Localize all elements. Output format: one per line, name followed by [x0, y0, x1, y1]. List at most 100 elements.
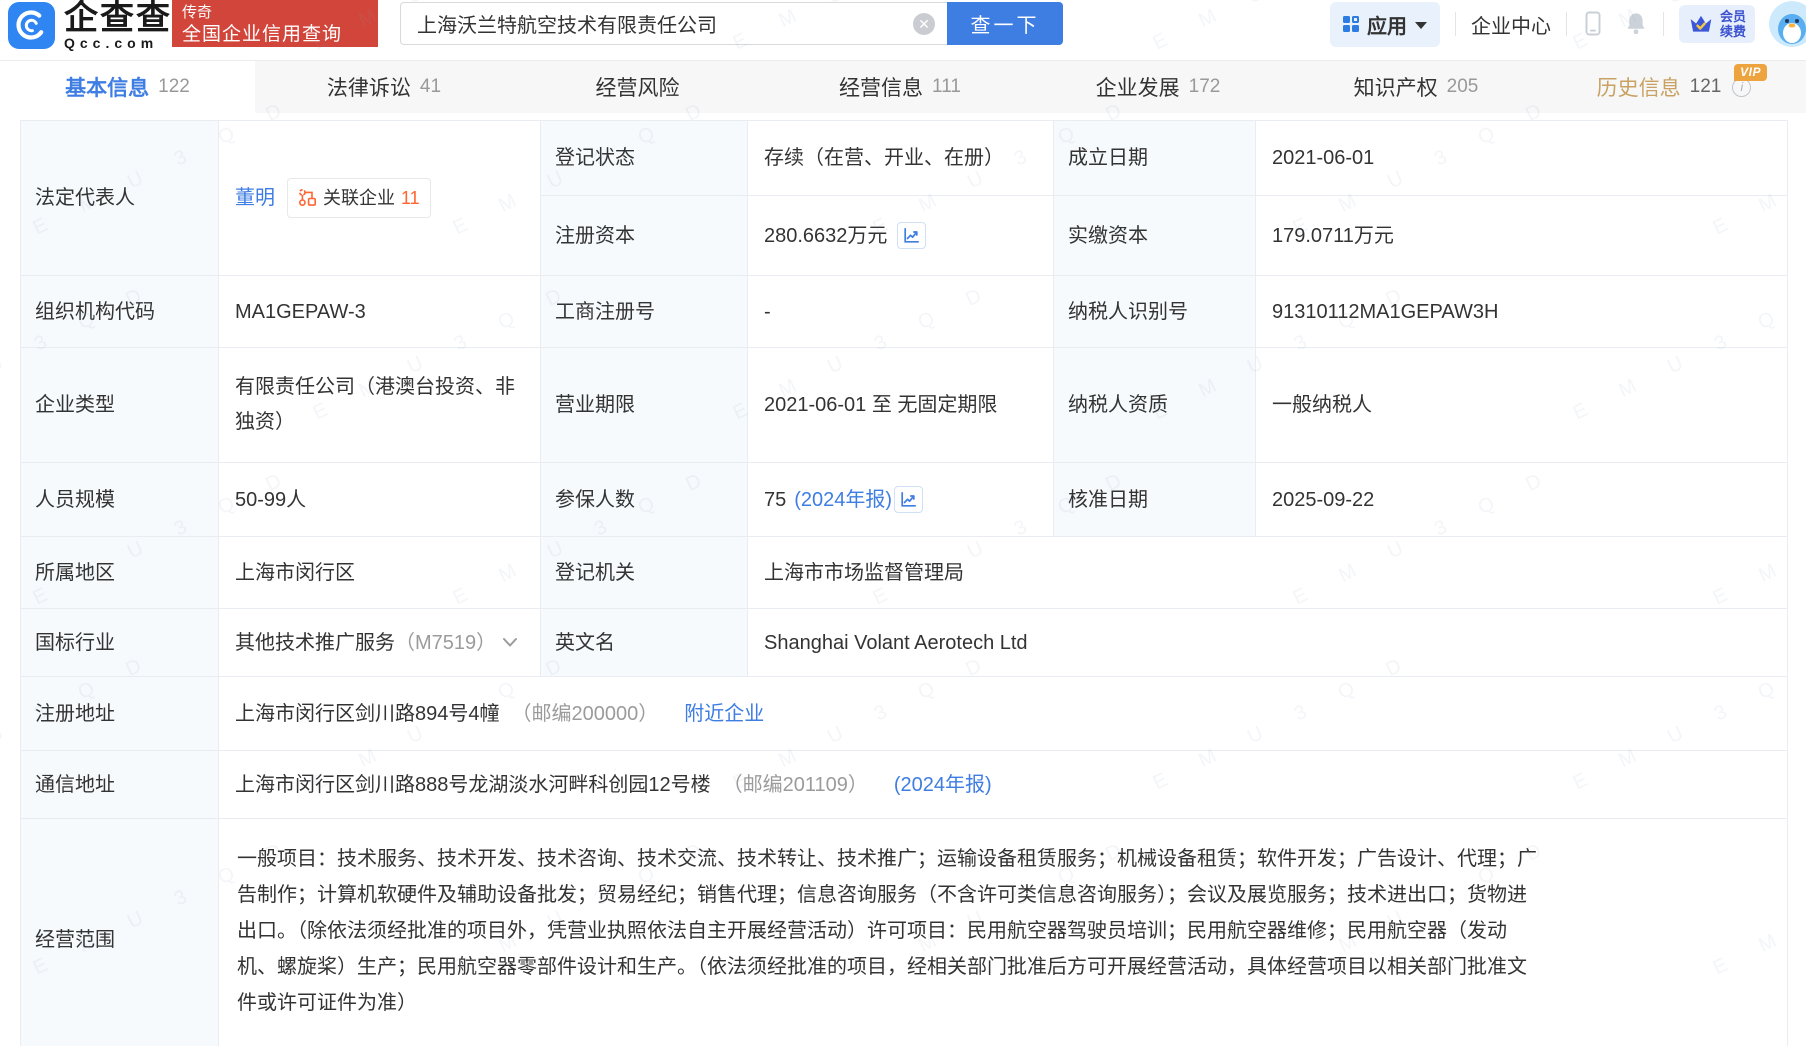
vip-badge: VIP: [1734, 64, 1767, 81]
label-registered-address: 注册地址: [21, 677, 219, 751]
label-english-name: 英文名: [541, 609, 748, 677]
tab-count: 122: [158, 76, 190, 98]
value-registered-address: 上海市闵行区剑川路894号4幢 （邮编200000） 附近企业: [219, 677, 1788, 751]
label-region: 所属地区: [21, 537, 219, 609]
value-taxpayer-id: 91310112MA1GEPAW3H: [1256, 276, 1788, 348]
annual-report-link[interactable]: (2024年报): [894, 769, 992, 801]
business-scope-text: 一般项目：技术服务、技术开发、技术咨询、技术交流、技术转让、技术推广；运输设备租…: [237, 841, 1539, 1021]
registered-capital-text: 280.6632万元: [764, 220, 887, 252]
related-companies-label: 关联企业: [323, 184, 395, 213]
tab-label: 历史信息: [1597, 72, 1681, 102]
label-organization-code: 组织机构代码: [21, 276, 219, 348]
value-organization-code: MA1GEPAW-3: [219, 276, 541, 348]
apps-menu[interactable]: 应用: [1330, 2, 1440, 47]
user-avatar[interactable]: [1769, 1, 1806, 47]
tab-count: 111: [932, 76, 961, 98]
vip-renew-line2: 续费: [1720, 24, 1746, 39]
notifications-bell-icon[interactable]: [1624, 11, 1648, 37]
site-header: 企查查 Qcc.com 传奇 全国企业信用查询 ✕ 查一下 应用 企业中心: [0, 0, 1806, 60]
enterprise-center-link[interactable]: 企业中心: [1471, 10, 1551, 39]
apps-grid-icon: [1343, 16, 1359, 32]
label-approval-date: 核准日期: [1054, 463, 1256, 537]
promo-line2: 全国企业信用查询: [182, 23, 368, 46]
value-company-type: 有限责任公司（港澳台投资、非独资）: [219, 348, 541, 463]
tab-intellectual-property[interactable]: 知识产权 205: [1287, 61, 1545, 113]
vip-crown-icon: [1688, 12, 1714, 36]
annual-report-link[interactable]: (2024年报): [794, 484, 892, 516]
qcc-logo-icon: [8, 2, 55, 49]
tab-count: 172: [1189, 76, 1221, 98]
brand-domain: Qcc.com: [64, 36, 172, 50]
tab-label: 经营信息: [839, 72, 923, 102]
value-registration-authority: 上海市市场监督管理局: [748, 537, 1788, 609]
tab-legal-litigation[interactable]: 法律诉讼 41: [255, 61, 513, 113]
promo-banner[interactable]: 传奇 全国企业信用查询: [172, 0, 378, 47]
value-business-scope: 一般项目：技术服务、技术开发、技术咨询、技术交流、技术转让、技术推广；运输设备租…: [219, 819, 1788, 1046]
label-taxpayer-qualification: 纳税人资质: [1054, 348, 1256, 463]
brand-name: 企查查: [64, 1, 172, 35]
tab-bar: 基本信息 122 法律诉讼 41 经营风险 经营信息 111 企业发展 172 …: [0, 60, 1806, 113]
tab-company-development[interactable]: 企业发展 172: [1029, 61, 1287, 113]
value-legal-representative: 董明 关联企业 11: [219, 121, 541, 276]
value-english-name: Shanghai Volant Aerotech Ltd: [748, 609, 1788, 677]
company-info-table: 法定代表人 董明 关联企业 11 登记状态 存续（在营、开业、在册） 成立日期 …: [20, 120, 1788, 1046]
promo-line1: 传奇: [182, 3, 368, 23]
tab-business-info[interactable]: 经营信息 111: [771, 61, 1029, 113]
label-registered-capital: 注册资本: [541, 196, 748, 276]
value-establishment-date: 2021-06-01: [1256, 121, 1788, 196]
caret-down-icon: [1415, 22, 1427, 29]
trend-chart-icon[interactable]: [894, 486, 923, 513]
value-registered-capital: 280.6632万元: [748, 196, 1054, 276]
tab-label: 经营风险: [596, 72, 680, 102]
label-registration-authority: 登记机关: [541, 537, 748, 609]
label-establishment-date: 成立日期: [1054, 121, 1256, 196]
tab-count: 121: [1690, 76, 1722, 98]
chevron-down-icon[interactable]: [502, 637, 518, 648]
label-business-term: 营业期限: [541, 348, 748, 463]
search-button[interactable]: 查一下: [947, 2, 1063, 45]
divider: [1455, 12, 1456, 36]
label-company-type: 企业类型: [21, 348, 219, 463]
clear-icon[interactable]: ✕: [913, 13, 935, 35]
label-registration-status: 登记状态: [541, 121, 748, 196]
mobile-app-icon[interactable]: [1582, 11, 1604, 37]
industry-text: 其他技术推广服务: [235, 627, 395, 659]
value-business-registration-no: -: [748, 276, 1054, 348]
value-approval-date: 2025-09-22: [1256, 463, 1788, 537]
vip-renew-line1: 会员: [1720, 9, 1746, 24]
label-insured-persons: 参保人数: [541, 463, 748, 537]
vip-renew-button[interactable]: 会员 续费: [1679, 5, 1755, 43]
tab-count: 41: [420, 76, 441, 98]
value-paid-in-capital: 179.0711万元: [1256, 196, 1788, 276]
search-box: ✕: [400, 2, 947, 45]
label-legal-representative: 法定代表人: [21, 121, 219, 276]
value-staff-size: 50-99人: [219, 463, 541, 537]
label-industry: 国标行业: [21, 609, 219, 677]
value-region: 上海市闵行区: [219, 537, 541, 609]
related-companies-tag[interactable]: 关联企业 11: [287, 178, 431, 219]
header-actions: 应用 企业中心 会员 续费: [1330, 2, 1806, 46]
legal-representative-link[interactable]: 董明: [235, 182, 275, 214]
tab-label: 知识产权: [1354, 72, 1438, 102]
value-taxpayer-qualification: 一般纳税人: [1256, 348, 1788, 463]
nearby-companies-link[interactable]: 附近企业: [684, 698, 764, 730]
label-mailing-address: 通信地址: [21, 751, 219, 819]
label-business-registration-no: 工商注册号: [541, 276, 748, 348]
apps-label: 应用: [1367, 10, 1407, 39]
label-taxpayer-id: 纳税人识别号: [1054, 276, 1256, 348]
tab-operational-risk[interactable]: 经营风险: [513, 61, 771, 113]
org-link-icon: [298, 188, 317, 207]
value-mailing-address: 上海市闵行区剑川路888号龙湖淡水河畔科创园12号楼 （邮编201109） (2…: [219, 751, 1788, 819]
trend-chart-icon[interactable]: [897, 222, 926, 249]
insured-count-text: 75: [764, 484, 786, 516]
mailing-address-postal: （邮编201109）: [723, 769, 868, 801]
qcc-logo[interactable]: 企查查 Qcc.com: [8, 1, 172, 50]
tab-label: 企业发展: [1096, 72, 1180, 102]
tab-label: 法律诉讼: [327, 72, 411, 102]
tab-history-info[interactable]: VIP 历史信息 121 i: [1545, 61, 1803, 113]
tab-label: 基本信息: [65, 72, 149, 102]
value-registration-status: 存续（在营、开业、在册）: [748, 121, 1054, 196]
label-business-scope: 经营范围: [21, 819, 219, 1046]
tab-basic-info[interactable]: 基本信息 122: [0, 61, 255, 113]
search-input[interactable]: [401, 12, 913, 35]
